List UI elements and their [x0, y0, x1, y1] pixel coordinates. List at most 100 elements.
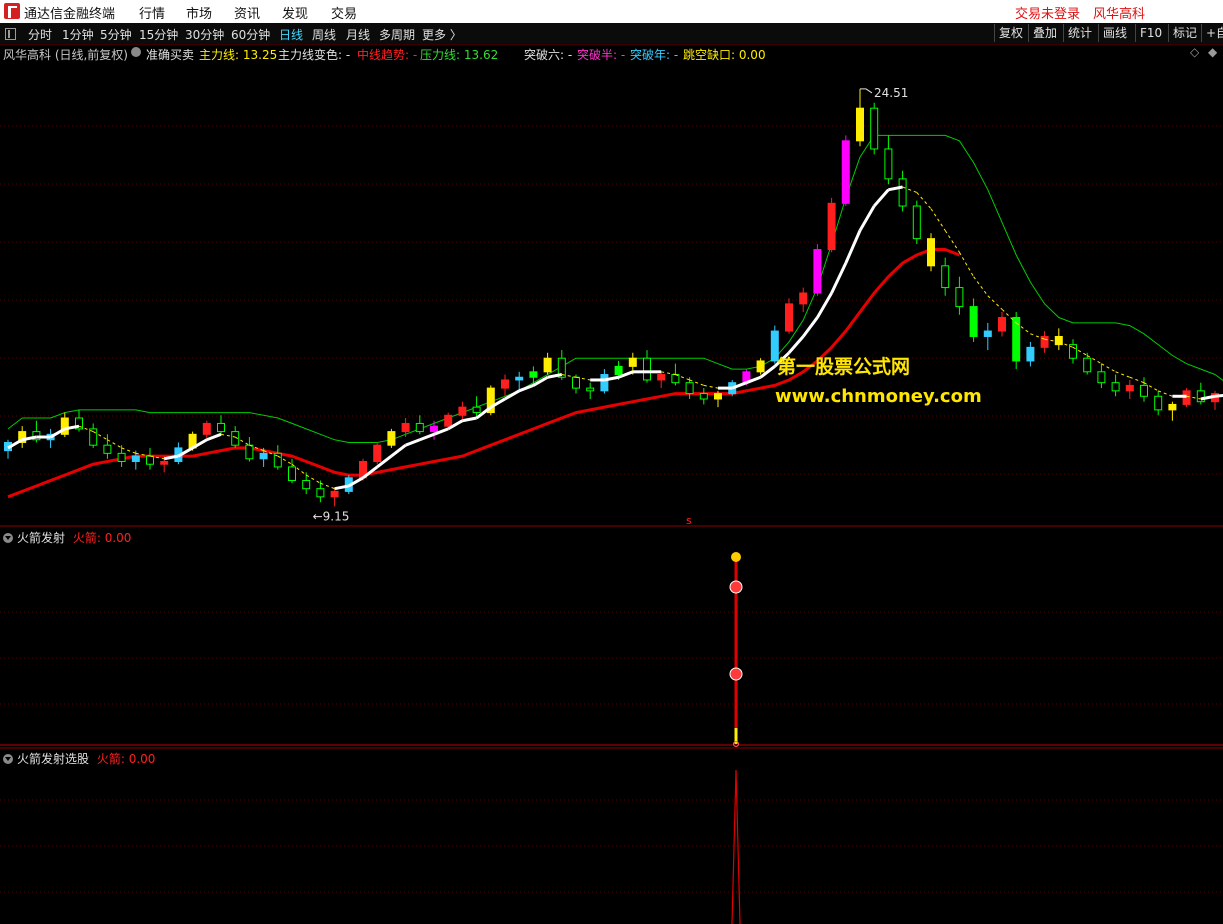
watermark-url: www.chnmoney.com: [775, 386, 982, 407]
panel-menu-icon[interactable]: [3, 754, 13, 764]
main-line-segment: [1115, 371, 1130, 378]
candle-body: [344, 477, 353, 492]
main-line-segment: [277, 455, 293, 465]
candle-body: [46, 433, 55, 441]
main-line-segment: [518, 383, 534, 393]
candle-body: [998, 316, 1006, 332]
rocket-select-panel-header: 火箭发射选股 火箭: 0.00: [3, 750, 155, 767]
candle-body: [983, 330, 992, 337]
pressure-line-value: 压力线: 13.62: [420, 48, 499, 62]
period-monthly[interactable]: 月线: [346, 26, 370, 43]
candle-body: [231, 431, 240, 446]
main-line-change-value: 主力线变色: -: [278, 48, 351, 62]
app-logo-icon: [4, 3, 20, 19]
candle-body: [160, 460, 169, 465]
main-line-segment: [801, 316, 819, 338]
main-line-segment: [1030, 333, 1045, 340]
diamond-icon[interactable]: ◇: [1190, 45, 1199, 59]
period-60min[interactable]: 60分钟: [231, 26, 270, 43]
main-line: [7, 185, 1223, 491]
main-line-segment: [1001, 308, 1017, 324]
main-line-segment: [405, 438, 421, 447]
period-5min[interactable]: 5分钟: [100, 26, 132, 43]
main-line-segment: [447, 419, 464, 431]
main-line-segment: [504, 389, 520, 401]
main-line-segment: [561, 374, 577, 378]
candle-body: [1182, 390, 1191, 405]
login-status-link[interactable]: 交易未登录: [1015, 3, 1080, 22]
stats-button[interactable]: 统计: [1063, 24, 1092, 42]
watermark-title: 第一股票公式网: [777, 356, 911, 378]
candle-body: [131, 455, 140, 462]
main-line-segment: [234, 436, 250, 446]
main-line-segment: [462, 416, 477, 423]
diamond-solid-icon[interactable]: ◆: [1208, 45, 1217, 59]
main-line-segment: [844, 229, 862, 264]
main-line-segment: [703, 384, 719, 389]
overlay-button[interactable]: 叠加: [1028, 24, 1057, 42]
period-15min[interactable]: 15分钟: [139, 26, 178, 43]
candle-body: [1026, 346, 1035, 362]
breakout-half-value: 突破半: -: [577, 48, 626, 62]
current-stock-name[interactable]: 风华高科: [1093, 3, 1145, 22]
add-custom-button[interactable]: +自: [1201, 24, 1223, 42]
main-line-segment: [107, 439, 122, 449]
panel-menu-icon[interactable]: [3, 533, 13, 543]
rocket-select-panel-value: 火箭: 0.00: [96, 752, 156, 766]
candle-body: [813, 249, 822, 294]
period-1min[interactable]: 1分钟: [62, 26, 94, 43]
fuquan-button[interactable]: 复权: [994, 24, 1023, 42]
f10-button[interactable]: F10: [1135, 24, 1162, 42]
main-line-segment: [745, 375, 762, 385]
breakout-year-value: 突破年: -: [630, 48, 679, 62]
candle-body: [302, 480, 311, 490]
menu-hangqing[interactable]: 行情: [139, 3, 165, 22]
rocket-panel-name[interactable]: 火箭发射: [17, 531, 65, 545]
candle-body: [472, 406, 481, 414]
candle-body: [103, 444, 112, 454]
period-multi[interactable]: 多周期: [379, 26, 415, 43]
mark-button[interactable]: 标记: [1168, 24, 1197, 42]
candle-body: [870, 107, 879, 150]
main-line-segment: [858, 205, 876, 232]
indicator-name[interactable]: 准确买卖: [146, 46, 194, 63]
main-line-segment: [532, 375, 549, 387]
rocket-select-panel-name[interactable]: 火箭发射选股: [17, 752, 89, 766]
period-30min[interactable]: 30分钟: [185, 26, 224, 43]
low-price-label: ←9.15: [313, 509, 350, 523]
candle-body: [898, 178, 907, 207]
candle-body: [1196, 390, 1205, 403]
candle-body: [785, 303, 793, 332]
high-label-pointer: [860, 88, 873, 94]
candle-body: [643, 357, 651, 381]
candle-body: [1097, 371, 1106, 384]
period-weekly[interactable]: 周线: [312, 26, 336, 43]
indicator-menu-icon[interactable]: [131, 47, 141, 57]
candle-body: [217, 422, 225, 433]
candle-body: [174, 447, 183, 462]
period-fenshi[interactable]: 分时: [28, 26, 52, 43]
period-daily[interactable]: 日线: [279, 26, 303, 43]
candle-body: [444, 414, 453, 427]
candle-body: [359, 460, 367, 479]
candle-body: [1111, 382, 1120, 392]
main-line-segment: [1015, 322, 1031, 335]
candle-body: [1168, 403, 1177, 411]
main-line-segment: [873, 188, 890, 208]
menu-jiaoyi[interactable]: 交易: [331, 3, 357, 22]
main-line-segment: [64, 424, 80, 431]
main-line-segment: [958, 251, 975, 277]
rocket-top-dot: [731, 552, 741, 562]
main-line-segment: [830, 262, 848, 294]
menu-zixun[interactable]: 资讯: [234, 3, 260, 22]
gap-value: 跳空缺口: 0.00: [683, 48, 766, 62]
rocket-panel-value: 火箭: 0.00: [72, 531, 132, 545]
main-line-segment: [916, 192, 932, 210]
menu-shichang[interactable]: 市场: [186, 3, 212, 22]
main-line-segment: [191, 438, 208, 450]
menu-faxian[interactable]: 发现: [282, 3, 308, 22]
draw-button[interactable]: 画线: [1098, 24, 1127, 42]
sidebar-toggle-icon[interactable]: [5, 28, 16, 40]
period-more[interactable]: 更多 〉: [422, 26, 462, 43]
candle-body: [1211, 393, 1219, 403]
